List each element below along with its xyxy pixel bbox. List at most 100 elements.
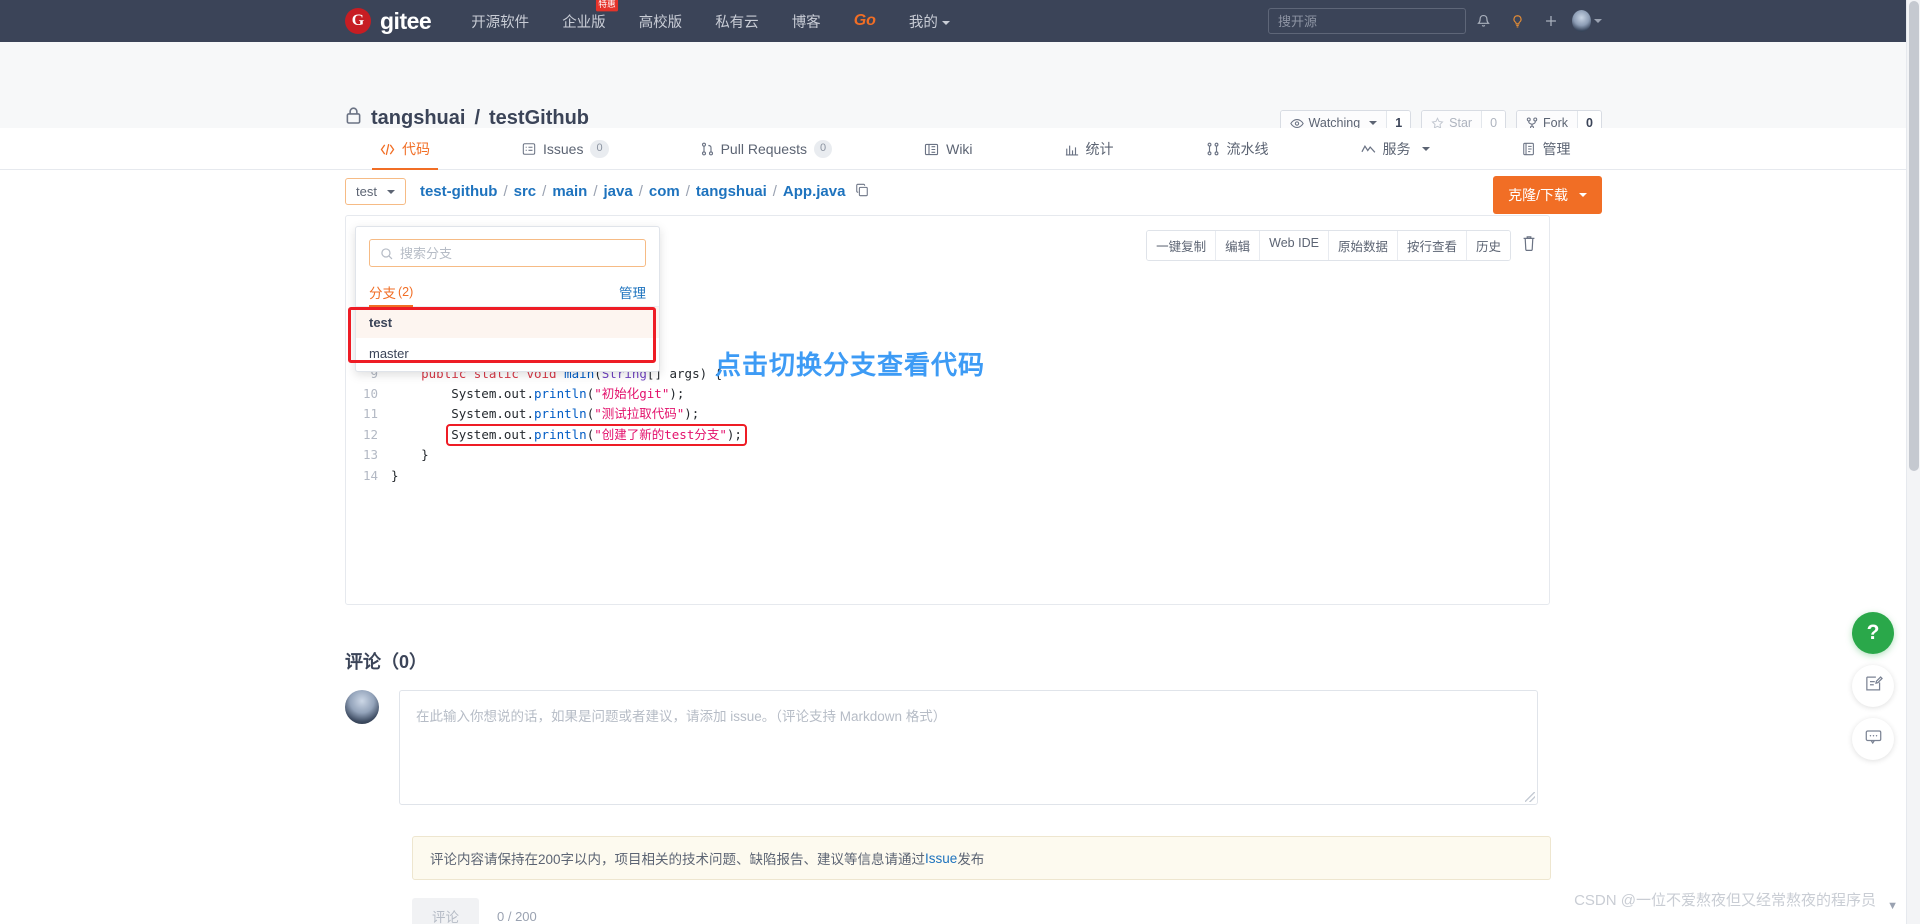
comment-notice: 评论内容请保持在200字以内，项目相关的技术问题、缺陷报告、建议等信息请通过 I… <box>412 836 1551 880</box>
clone-download-button[interactable]: 克隆/下载 <box>1493 176 1602 214</box>
chat-fab[interactable] <box>1852 718 1894 760</box>
nav-open-source[interactable]: 开源软件 <box>471 11 529 32</box>
branch-manage-link[interactable]: 管理 <box>619 282 646 302</box>
file-toolbar: 一键复制 编辑 Web IDE 原始数据 按行查看 历史 <box>1146 230 1537 261</box>
add-new-icon[interactable] <box>1534 6 1568 36</box>
breadcrumb-part-1[interactable]: src <box>514 183 537 200</box>
feedback-fab[interactable] <box>1852 665 1894 707</box>
delete-file-icon[interactable] <box>1521 235 1537 257</box>
tab-stats-label: 统计 <box>1085 141 1114 157</box>
branch-search-wrap <box>356 227 659 277</box>
watermark-text: CSDN @一位不爱熬夜但又经常熬夜的程序员 <box>1574 892 1876 909</box>
user-avatar-menu[interactable] <box>1568 6 1602 36</box>
code-text: } <box>391 447 429 463</box>
tab-pull-requests[interactable]: Pull Requests 0 <box>679 128 855 170</box>
breadcrumb-sep: / <box>772 183 777 200</box>
primary-nav-links: 开源软件 企业版 特惠 高校版 私有云 博客 Go 我的 <box>471 0 950 32</box>
line-number: 12 <box>362 426 378 442</box>
branch-selector-label: test <box>356 184 377 199</box>
help-fab[interactable]: ? <box>1852 612 1894 654</box>
scrollbar-thumb[interactable] <box>1909 1 1919 471</box>
comment-submit-row: 评论 0 / 200 <box>412 898 537 924</box>
breadcrumb: test-github / src / main / java / com / … <box>420 183 869 201</box>
branch-item-master[interactable]: master <box>356 338 659 369</box>
tab-issues-label: Issues <box>543 141 584 157</box>
code-line: 10 System.out.println("初始化git"); <box>347 384 1548 404</box>
nav-mine[interactable]: 我的 <box>909 11 950 32</box>
question-mark-icon: ? <box>1866 621 1880 644</box>
avatar <box>345 690 379 724</box>
raw-data-button[interactable]: 原始数据 <box>1328 231 1398 260</box>
nav-right-cluster <box>1268 6 1920 36</box>
resize-handle[interactable] <box>1525 792 1535 802</box>
branch-tab[interactable]: 分支 (2) <box>369 277 414 308</box>
tab-manage-label: 管理 <box>1542 141 1571 157</box>
comment-char-counter: 0 / 200 <box>497 908 537 924</box>
lightbulb-icon[interactable] <box>1500 6 1534 36</box>
web-ide-button[interactable]: Web IDE <box>1260 231 1329 260</box>
comment-compose-row: 在此输入你想说的话，如果是问题或者建议，请添加 issue。（评论支持 Mark… <box>345 690 1538 805</box>
branch-dropdown-panel: 分支(2) 管理 test master <box>348 226 660 372</box>
branch-item-test[interactable]: test <box>356 307 659 338</box>
blame-button[interactable]: 按行查看 <box>1397 231 1467 260</box>
tab-pipeline[interactable]: 流水线 <box>1184 128 1291 170</box>
scroll-down-caret-icon: ▼ <box>1887 900 1898 912</box>
code-line: 12 System.out.println("创建了新的test分支"); <box>347 423 1548 446</box>
nav-blog[interactable]: 博客 <box>792 11 821 32</box>
code-line: 13 } <box>347 445 1548 465</box>
avatar <box>1572 10 1591 32</box>
history-button[interactable]: 历史 <box>1466 231 1510 260</box>
copy-path-icon[interactable] <box>855 183 869 201</box>
gitee-logo-icon: G <box>345 8 371 34</box>
chevron-down-icon <box>1594 19 1602 23</box>
tab-pr-label: Pull Requests <box>720 141 807 157</box>
file-action-group: 一键复制 编辑 Web IDE 原始数据 按行查看 历史 <box>1146 230 1511 261</box>
tab-code-label: 代码 <box>402 141 430 157</box>
gitee-logo[interactable]: G gitee <box>345 8 432 35</box>
comment-placeholder: 在此输入你想说的话，如果是问题或者建议，请添加 issue。（评论支持 Mark… <box>416 709 947 724</box>
breadcrumb-part-0[interactable]: test-github <box>420 183 497 200</box>
branch-selector-button[interactable]: test <box>345 178 406 205</box>
nav-go[interactable]: Go <box>854 12 876 30</box>
issue-link[interactable]: Issue <box>925 851 957 866</box>
search-input[interactable] <box>1268 8 1466 34</box>
comment-input[interactable]: 在此输入你想说的话，如果是问题或者建议，请添加 issue。（评论支持 Mark… <box>399 690 1538 805</box>
branch-dropdown-tabs: 分支 (2) 管理 <box>356 277 659 308</box>
code-text: } <box>391 467 399 483</box>
tab-stats[interactable]: 统计 <box>1043 128 1136 170</box>
tab-wiki[interactable]: Wiki <box>902 128 994 170</box>
repository-header: tangshuai / testGithub Watching 1 Star 0… <box>0 42 1920 136</box>
chevron-down-icon <box>1369 121 1378 125</box>
edit-button[interactable]: 编辑 <box>1216 231 1261 260</box>
tab-issues[interactable]: Issues 0 <box>500 128 631 170</box>
breadcrumb-sep: / <box>593 183 598 200</box>
tab-manage[interactable]: 管理 <box>1500 128 1593 170</box>
line-number: 13 <box>362 447 378 463</box>
search-icon <box>380 247 394 266</box>
repo-title-separator: / <box>474 107 481 129</box>
copy-all-button[interactable]: 一键复制 <box>1147 231 1217 260</box>
comment-notice-before: 评论内容请保持在200字以内，项目相关的技术问题、缺陷报告、建议等信息请通过 <box>430 852 926 867</box>
nav-edu[interactable]: 高校版 <box>639 11 683 32</box>
breadcrumb-part-5[interactable]: tangshuai <box>696 183 767 200</box>
branch-tab-count: (2) <box>398 284 414 299</box>
notification-bell-icon[interactable] <box>1466 6 1500 36</box>
nav-private-cloud[interactable]: 私有云 <box>715 11 759 32</box>
breadcrumb-part-3[interactable]: java <box>604 183 633 200</box>
tab-services[interactable]: 服务 <box>1339 128 1452 170</box>
repo-name-link[interactable]: testGithub <box>489 107 589 130</box>
code-line: 14} <box>347 466 1548 486</box>
nav-mine-label: 我的 <box>908 14 938 31</box>
breadcrumb-part-2[interactable]: main <box>552 183 587 200</box>
tab-code[interactable]: 代码 <box>358 128 452 170</box>
breadcrumb-sep: / <box>685 183 690 200</box>
code-highlight-box: System.out.println("创建了新的test分支"); <box>446 423 747 446</box>
breadcrumb-sep: / <box>503 183 508 200</box>
code-text: System.out.println("测试拉取代码"); <box>391 406 700 422</box>
repo-owner-link[interactable]: tangshuai <box>371 107 465 130</box>
breadcrumb-part-4[interactable]: com <box>649 183 680 200</box>
nav-enterprise[interactable]: 企业版 特惠 <box>562 0 618 32</box>
submit-comment-button[interactable]: 评论 <box>412 898 479 924</box>
page-scrollbar[interactable] <box>1906 0 1920 924</box>
branch-search-input[interactable] <box>369 239 646 267</box>
